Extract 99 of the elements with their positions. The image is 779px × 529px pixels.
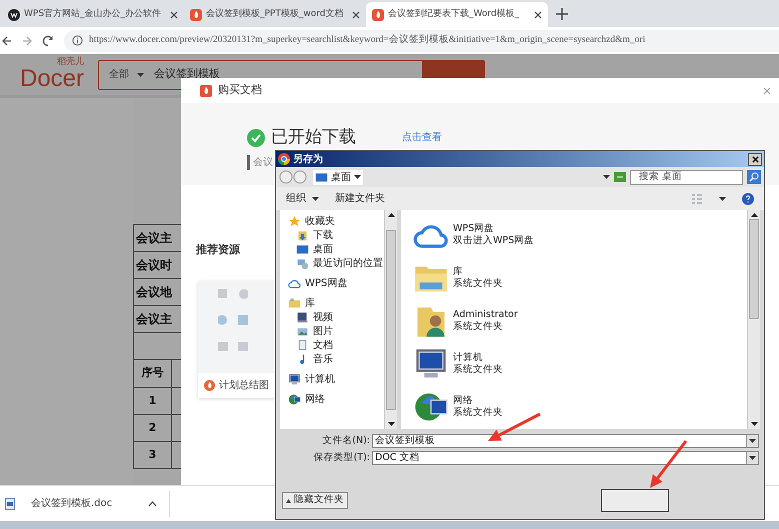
close-icon[interactable]	[170, 10, 178, 18]
tree-item[interactable]: 桌面	[313, 242, 333, 256]
annotation-arrow	[650, 440, 688, 488]
thumbnail-drawing	[218, 288, 248, 350]
file-type-select[interactable]: DOC 文档	[372, 451, 759, 466]
folder-item[interactable]: Administrator 系统文件夹	[413, 303, 747, 339]
scrollbar[interactable]	[384, 210, 397, 429]
reload-icon[interactable]	[42, 34, 54, 46]
desktop-icon	[296, 242, 309, 256]
info-icon[interactable]	[72, 35, 83, 46]
file-name-field[interactable]: 会议签到模板	[372, 434, 759, 448]
close-icon[interactable]	[352, 10, 360, 18]
folder-item[interactable]: 库 系统文件夹	[413, 260, 747, 296]
tree-item[interactable]: 库	[305, 296, 315, 310]
dialog-title: 另存为	[293, 152, 323, 166]
flame-icon	[372, 8, 384, 20]
caret-icon	[749, 439, 756, 444]
search-icon[interactable]	[747, 170, 761, 184]
download-file-name[interactable]: 会议签到模板.doc	[31, 496, 112, 511]
tree-item[interactable]: 图片	[313, 324, 333, 338]
scroll-down-icon[interactable]	[388, 422, 394, 426]
organize-menu[interactable]: 组织	[286, 191, 319, 206]
item-name: 网络	[453, 395, 474, 407]
network-icon	[288, 392, 301, 406]
breadcrumb[interactable]: 桌面	[313, 170, 363, 184]
resource-title: 计划总结图	[219, 378, 269, 392]
table-cell: 3	[133, 441, 172, 469]
tree-item[interactable]: 网络	[305, 392, 325, 406]
logo-caption: 稻壳儿	[57, 58, 84, 67]
caret-icon	[719, 196, 726, 200]
item-name: 库	[453, 266, 464, 278]
recent-places-icon	[296, 256, 309, 270]
address-field[interactable]: https://www.docer.com/preview/20320131?m_superkey=searchlist&keyword=会议签到模板&initiative=1&m_origin_scene=sysearchzd&m_ori	[64, 30, 779, 52]
tree-item[interactable]: 音乐	[313, 352, 333, 366]
tree-item[interactable]: 视频	[313, 310, 333, 324]
scope-dropdown[interactable]: 全部	[99, 67, 154, 82]
caret-icon	[603, 175, 610, 179]
browser-logo-icon	[278, 153, 290, 165]
caret-icon	[312, 196, 319, 200]
folder-item[interactable]: 计算机 系统文件夹	[413, 346, 747, 382]
computer-icon	[288, 372, 301, 386]
scroll-up-icon[interactable]	[388, 213, 394, 217]
caret-icon	[137, 72, 144, 76]
status-heading: 已开始下载	[271, 126, 356, 149]
save-button[interactable]	[601, 489, 669, 512]
tab-title: WPS官方网站_金山办公_办公软件	[24, 8, 162, 21]
folder-item[interactable]: 网络 系统文件夹	[413, 389, 747, 425]
logo-text: Docer	[20, 67, 84, 91]
hide-folders-button[interactable]: 隐藏文件夹	[282, 492, 348, 509]
tab-title: 会议签到模板_PPT模板_word文档	[206, 8, 344, 21]
document-library-icon	[296, 338, 309, 352]
view-icon[interactable]	[691, 192, 703, 204]
item-detail: 系统文件夹	[453, 278, 503, 290]
help-icon[interactable]	[742, 192, 754, 204]
tree-item[interactable]: 收藏夹	[305, 214, 335, 228]
item-detail: 系统文件夹	[453, 407, 503, 419]
scrollbar[interactable]	[747, 210, 760, 429]
flame-icon	[200, 84, 212, 96]
folder-item[interactable]: WPS网盘 双击进入WPS网盘	[413, 217, 747, 253]
close-icon	[752, 156, 758, 162]
caret-icon	[286, 498, 291, 502]
video-library-icon	[296, 310, 309, 324]
item-name: Administrator	[453, 309, 518, 321]
caret-icon	[354, 175, 361, 179]
logo-icon	[8, 8, 20, 20]
scroll-up-icon[interactable]	[750, 213, 758, 217]
caret-icon	[749, 456, 756, 460]
item-name: 计算机	[453, 352, 484, 364]
item-detail: 系统文件夹	[453, 364, 503, 376]
tree-item[interactable]: 下载	[313, 228, 333, 242]
flame-icon	[190, 8, 202, 20]
view-link[interactable]: 点击查看	[402, 130, 442, 146]
close-button[interactable]	[748, 152, 762, 166]
back-icon[interactable]	[2, 36, 12, 46]
tree-item[interactable]: WPS网盘	[305, 276, 348, 290]
desktop-icon	[315, 170, 328, 184]
item-name: WPS网盘	[453, 223, 496, 235]
scroll-down-icon[interactable]	[750, 422, 758, 426]
tree-item[interactable]: 计算机	[305, 372, 335, 386]
plus-icon[interactable]	[556, 8, 568, 20]
tab-title: 会议签到纪要表下载_Word模板_	[388, 8, 520, 21]
check-icon	[247, 128, 265, 147]
tree-item[interactable]: 最近访问的位置	[313, 256, 383, 270]
new-folder-button[interactable]: 新建文件夹	[335, 191, 385, 206]
section-title: 推荐资源	[196, 242, 240, 258]
document-icon	[5, 498, 15, 510]
item-detail: 双击进入WPS网盘	[453, 235, 534, 247]
star-icon	[288, 214, 301, 228]
item-detail: 系统文件夹	[453, 321, 504, 333]
field-label: 文件名(N):	[321, 434, 371, 448]
field-label: 保存类型(T):	[312, 451, 371, 466]
browser-tab[interactable]: WPS官方网站_金山办公_办公软件	[2, 2, 184, 27]
chevron-up-icon[interactable]	[148, 500, 158, 506]
browser-tab[interactable]: 会议签到模板_PPT模板_word文档	[184, 2, 366, 27]
tree-item[interactable]: 文档	[313, 338, 333, 352]
browser-tab[interactable]: 会议签到纪要表下载_Word模板_	[366, 2, 548, 27]
close-icon[interactable]	[534, 10, 542, 18]
library-icon	[288, 296, 301, 310]
flame-icon	[204, 380, 215, 390]
